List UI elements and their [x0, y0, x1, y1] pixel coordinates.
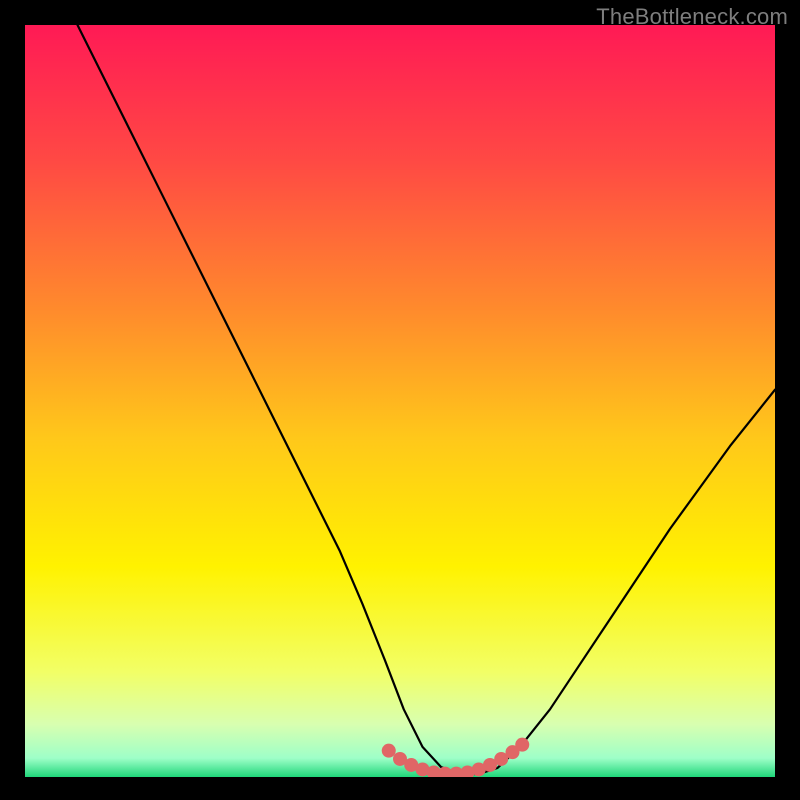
gradient-background: [25, 25, 775, 777]
valley-dot: [515, 738, 529, 752]
plot-area: [25, 25, 775, 777]
valley-dot: [382, 744, 396, 758]
chart-frame: TheBottleneck.com: [0, 0, 800, 800]
watermark-text: TheBottleneck.com: [596, 4, 788, 30]
chart-svg: [25, 25, 775, 777]
